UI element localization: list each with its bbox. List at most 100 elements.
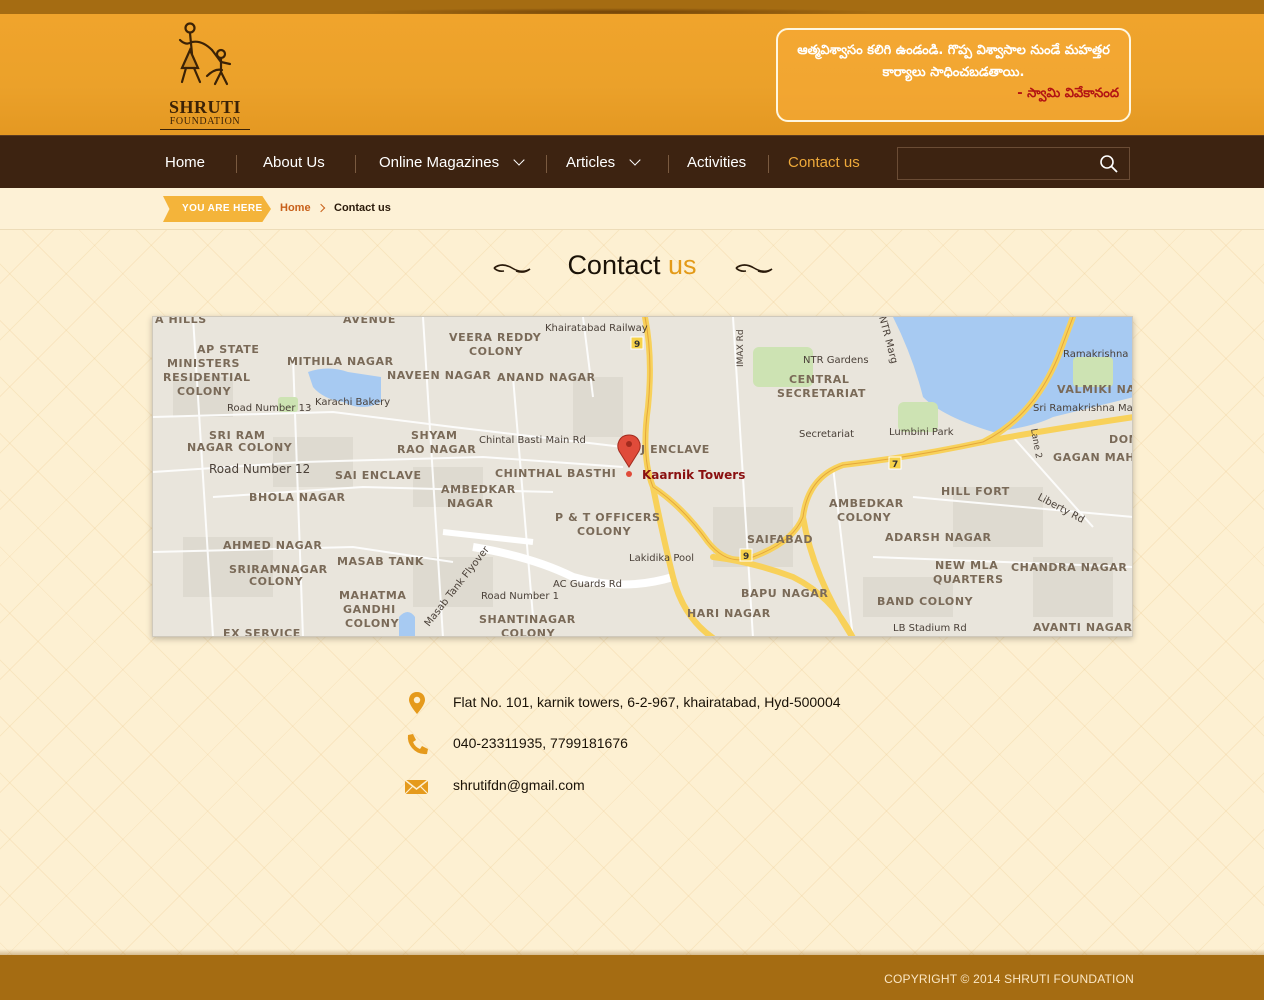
nav-activities[interactable]: Activities xyxy=(687,136,746,189)
map-label: BAND COLONY xyxy=(877,595,974,608)
map-label: COLONY xyxy=(469,345,524,358)
copyright-text: COPYRIGHT © 2014 SHRUTI FOUNDATION xyxy=(884,972,1134,986)
phone-text: 040-23311935, 7799181676 xyxy=(453,735,628,751)
map-label: VALMIKI NAGAR xyxy=(1057,383,1133,396)
map-label: SAI ENCLAVE xyxy=(335,469,422,482)
nav-home[interactable]: Home xyxy=(165,136,205,189)
map-label: LB Stadium Rd xyxy=(893,623,967,634)
top-strip xyxy=(0,0,1264,16)
nav-home-label: Home xyxy=(165,154,206,171)
map-label: MAHATMA xyxy=(339,589,407,602)
map-label: AP STATE xyxy=(197,343,259,356)
map-label: MINISTERS xyxy=(167,357,240,370)
chevron-down-icon xyxy=(629,154,641,166)
map-label: Lumbini Park xyxy=(889,427,954,438)
chevron-right-icon xyxy=(316,203,326,213)
search-box xyxy=(897,147,1130,180)
map-label: NAGAR COLONY xyxy=(187,441,293,454)
brand-name: SHRUTI xyxy=(168,97,242,117)
map-label: P & T OFFICERS xyxy=(555,511,661,524)
nav-about-us[interactable]: About Us xyxy=(263,136,325,189)
map-canvas: A HILLS AVENUE VEERA REDDY COLONY AP STA… xyxy=(153,317,1133,637)
search-input[interactable] xyxy=(898,148,1088,179)
map-label: MITHILA NAGAR xyxy=(287,355,394,368)
map-label: CHANDRA NAGAR xyxy=(1011,561,1127,574)
map-label: Sri Ramakrishna Ma xyxy=(1033,403,1133,414)
map-label: COLONY xyxy=(345,617,400,630)
map-label: A HILLS xyxy=(155,317,207,326)
breadcrumb-current: Contact us xyxy=(334,202,391,214)
masthead: SHRUTI FOUNDATION ఆత్మవిశ్వాసం కలిగి ఉండ… xyxy=(0,14,1264,135)
envelope-icon xyxy=(404,779,429,795)
location-pin-icon xyxy=(409,692,425,714)
map-label: GANDHI xyxy=(343,603,396,616)
address-text: Flat No. 101, karnik towers, 6-2-967, kh… xyxy=(453,694,841,710)
logo[interactable]: SHRUTI FOUNDATION xyxy=(160,20,250,132)
map-label: BAPU NAGAR xyxy=(741,587,828,600)
brand-subtitle: FOUNDATION xyxy=(160,116,250,130)
map-label: RAO NAGAR xyxy=(397,443,476,456)
map-label: AVANTI NAGAR xyxy=(1033,621,1133,634)
nav-contact-label: Contact us xyxy=(788,154,860,171)
svg-text:7: 7 xyxy=(892,460,898,470)
nav-about-label: About Us xyxy=(263,154,325,171)
map-label: SHYAM xyxy=(411,429,458,442)
map-label: ADARSH NAGAR xyxy=(885,531,992,544)
you-are-here-tag: YOU ARE HERE xyxy=(163,196,271,222)
map-label: COLONY xyxy=(837,511,892,524)
nav-contact-us[interactable]: Contact us xyxy=(788,136,860,189)
map-label: CHINTHAL BASTHI xyxy=(495,467,616,480)
map-label: EX SERVICE xyxy=(223,627,301,637)
map-label: Road Number 13 xyxy=(227,403,311,414)
map-label: HILL FORT xyxy=(941,485,1010,498)
location-map[interactable]: A HILLS AVENUE VEERA REDDY COLONY AP STA… xyxy=(152,316,1133,637)
nav-online-magazines[interactable]: Online Magazines xyxy=(379,136,525,189)
map-label: COLONY xyxy=(249,575,304,588)
nav-separator xyxy=(768,155,769,173)
map-label: RESIDENTIAL xyxy=(163,371,251,384)
map-label: Road Number 12 xyxy=(209,462,310,476)
map-label: J ENCLAVE xyxy=(640,443,710,456)
map-label: NAGAR xyxy=(447,497,494,510)
map-label: AHMED NAGAR xyxy=(223,539,322,552)
chevron-down-icon xyxy=(513,154,525,166)
map-label: Chintal Basti Main Rd xyxy=(479,435,586,446)
search-icon[interactable] xyxy=(1099,154,1119,174)
map-label: Secretariat xyxy=(799,429,854,440)
quote-author: - స్వామి వివేకానంద xyxy=(1017,86,1119,101)
nav-magazines-label: Online Magazines xyxy=(379,154,500,171)
nav-activities-label: Activities xyxy=(687,154,747,171)
map-label: COLONY xyxy=(501,627,556,637)
nav-separator xyxy=(546,155,547,173)
map-label: AMBEDKAR xyxy=(829,497,904,510)
map-label: HARI NAGAR xyxy=(687,607,771,620)
map-marker-label: Kaarnik Towers xyxy=(642,468,745,482)
phone-icon xyxy=(407,734,428,755)
map-label: CENTRAL xyxy=(789,373,850,386)
map-label: MASAB TANK xyxy=(337,555,424,568)
map-label: COLONY xyxy=(577,525,632,538)
map-label: SAIFABAD xyxy=(747,533,813,546)
quote-text: ఆత్మవిశ్వాసం కలిగి ఉండండి. గొప్ప విశ్వాస… xyxy=(797,43,1110,80)
breadcrumb-home-link[interactable]: Home xyxy=(280,202,311,214)
svg-text:9: 9 xyxy=(634,340,640,350)
map-label: COLONY xyxy=(177,385,232,398)
map-label: VEERA REDDY xyxy=(449,331,542,344)
main-nav: Home About Us Online Magazines Articles … xyxy=(0,135,1264,188)
map-label: Lakidika Pool xyxy=(629,553,694,564)
map-label: AVENUE xyxy=(343,317,396,326)
map-label: QUARTERS xyxy=(933,573,1004,586)
email-link[interactable]: shrutifdn@gmail.com xyxy=(453,777,585,793)
map-label: IMAX Rd xyxy=(736,329,746,367)
nav-separator xyxy=(236,155,237,173)
map-label: NTR Gardens xyxy=(803,355,869,366)
map-label: Ramakrishna xyxy=(1063,349,1128,360)
nav-separator xyxy=(355,155,356,173)
map-label: NAVEEN NAGAR xyxy=(387,369,491,382)
map-label: DOM xyxy=(1109,433,1133,446)
nav-articles-label: Articles xyxy=(566,154,616,171)
swirl-ornament-icon xyxy=(735,264,773,273)
map-label: SECRETARIAT xyxy=(777,387,866,400)
nav-articles[interactable]: Articles xyxy=(566,136,641,189)
quote-box: ఆత్మవిశ్వాసం కలిగి ఉండండి. గొప్ప విశ్వాస… xyxy=(776,28,1131,122)
